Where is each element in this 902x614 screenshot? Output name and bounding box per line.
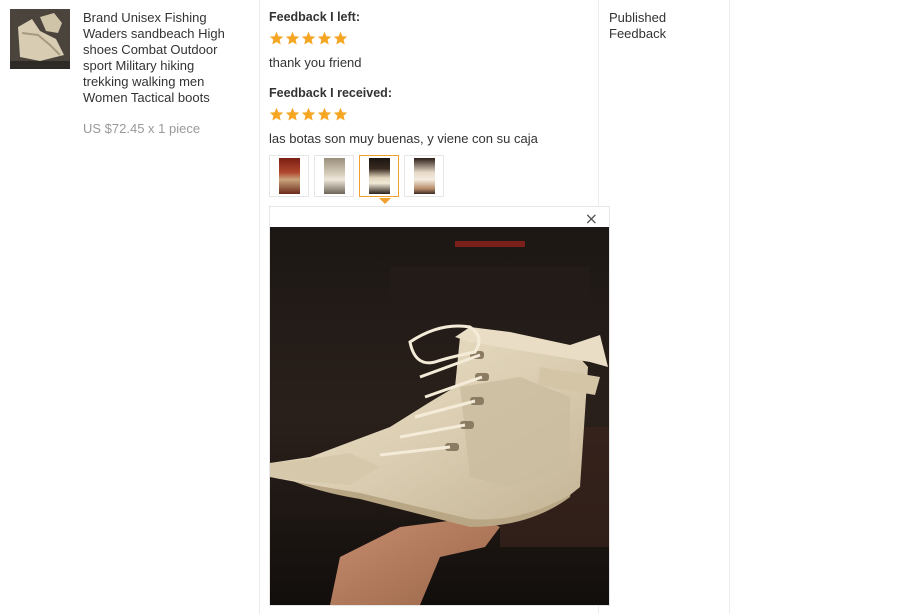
feedback-photo-thumbnail[interactable] xyxy=(269,155,309,197)
star-icon xyxy=(269,107,284,121)
feedback-received-text: las botas son muy buenas, y viene con su… xyxy=(269,131,538,146)
star-icon xyxy=(333,107,348,121)
column-divider xyxy=(259,0,260,614)
feedback-status-line: Feedback xyxy=(609,26,667,41)
feedback-photo-thumbnail-selected[interactable] xyxy=(359,155,399,197)
feedback-status: Published Feedback xyxy=(609,10,666,42)
photo-viewer: × xyxy=(269,206,610,606)
feedback-status-line: Published xyxy=(609,10,667,25)
star-icon xyxy=(269,31,284,45)
column-divider xyxy=(729,0,730,614)
product-title-line: sport Military hiking xyxy=(83,58,195,73)
star-icon xyxy=(301,31,316,45)
star-icon xyxy=(333,31,348,45)
product-title-line: trekking walking men xyxy=(83,74,205,89)
feedback-photo-thumbnail[interactable] xyxy=(314,155,354,197)
product-price: US $72.45 x 1 piece xyxy=(83,121,201,136)
close-icon[interactable]: × xyxy=(585,211,598,227)
product-title-line: shoes Combat Outdoor xyxy=(83,42,218,57)
feedback-photo-strip xyxy=(269,155,444,197)
feedback-left-heading: Feedback I left: xyxy=(269,10,360,24)
star-icon xyxy=(301,107,316,121)
product-title-line: Brand Unisex Fishing xyxy=(83,10,207,25)
star-icon xyxy=(285,31,300,45)
feedback-received-rating xyxy=(269,107,348,121)
product-title-line: Waders sandbeach High xyxy=(83,26,225,41)
product-thumbnail[interactable] xyxy=(10,9,70,69)
feedback-received-heading: Feedback I received: xyxy=(269,86,392,100)
feedback-left-rating xyxy=(269,31,348,45)
star-icon xyxy=(317,107,332,121)
star-icon xyxy=(317,31,332,45)
feedback-photo-thumbnail[interactable] xyxy=(404,155,444,197)
feedback-photo-large xyxy=(270,227,609,605)
product-title-line: Women Tactical boots xyxy=(83,90,210,105)
feedback-left-text: thank you friend xyxy=(269,55,362,70)
star-icon xyxy=(285,107,300,121)
selected-photo-pointer xyxy=(379,198,391,204)
product-title[interactable]: Brand Unisex Fishing Waders sandbeach Hi… xyxy=(83,10,248,106)
